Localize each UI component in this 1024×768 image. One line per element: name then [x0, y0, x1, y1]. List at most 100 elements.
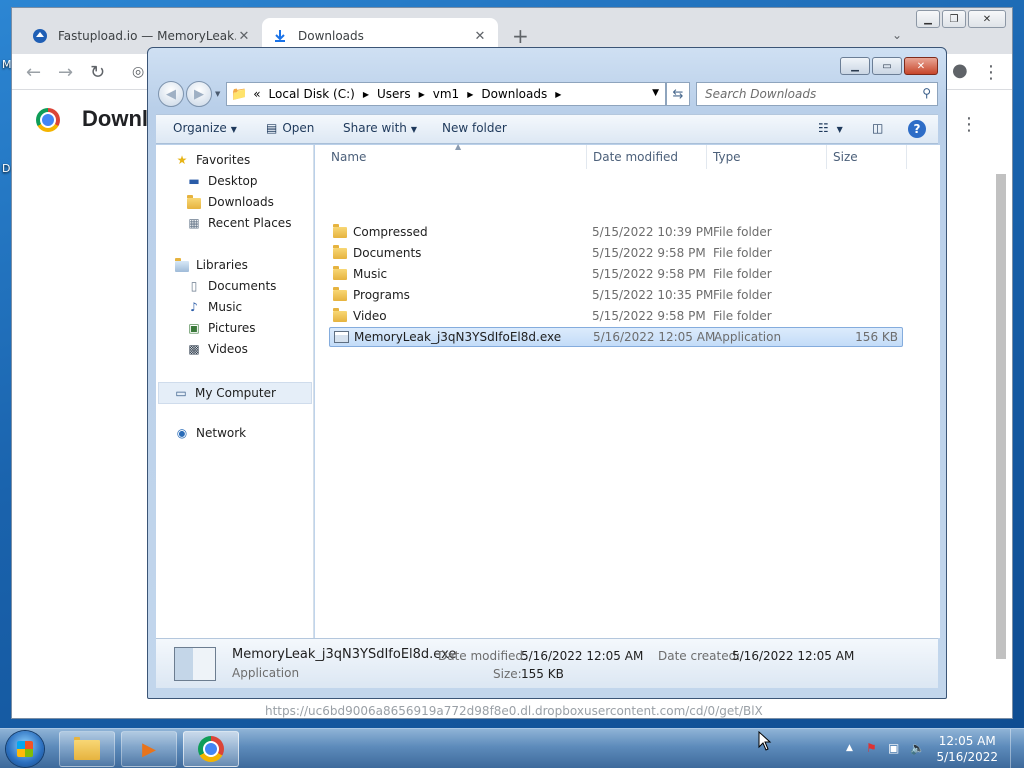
file-row-video[interactable]: Video 5/15/2022 9:58 PM File folder [329, 306, 903, 326]
search-icon[interactable]: ⚲ [922, 86, 931, 100]
nav-network[interactable]: ◉ Network [174, 426, 246, 440]
nav-label: Desktop [208, 174, 258, 188]
back-arrow-icon[interactable]: ← [26, 62, 41, 83]
chevron-down-icon: ▼ [410, 125, 418, 134]
network-status-icon[interactable]: ▣ [888, 741, 899, 755]
preview-pane-icon[interactable]: ◫ [872, 121, 883, 135]
file-row-music[interactable]: Music 5/15/2022 9:58 PM File folder [329, 264, 903, 284]
taskbar-media-player-button[interactable]: ▶ [121, 731, 177, 767]
file-row-documents[interactable]: Documents 5/15/2022 9:58 PM File folder [329, 243, 903, 263]
volume-icon[interactable]: 🔈 [910, 741, 925, 755]
close-window-button[interactable]: ✕ [904, 57, 938, 75]
refresh-button[interactable]: ⇆ [666, 82, 690, 106]
taskbar-explorer-button[interactable] [59, 731, 115, 767]
breadcrumb-vm1[interactable]: vm1 [433, 87, 459, 101]
download-url[interactable]: https://uc6bd9006a8656919a772d98f8e0.dl.… [265, 704, 763, 718]
scrollbar-thumb[interactable] [996, 174, 1006, 659]
file-date: 5/15/2022 10:39 PM [592, 225, 714, 239]
application-thumbnail-icon [174, 647, 216, 681]
download-arrow-icon [272, 28, 288, 44]
forward-arrow-icon[interactable]: ▶ [186, 81, 212, 107]
menu-kebab-icon[interactable]: ⋮ [982, 62, 1000, 83]
nav-videos[interactable]: ▩ Videos [186, 342, 248, 356]
view-options-icon[interactable]: ☷ ▼ [818, 121, 843, 135]
breadcrumb-separator-icon[interactable]: ▶ [419, 90, 425, 99]
minimize-button[interactable]: ▁ [916, 10, 940, 28]
search-input[interactable]: Search Downloads ⚲ [696, 82, 938, 106]
close-window-button[interactable]: ✕ [968, 10, 1006, 28]
mouse-cursor-icon [758, 731, 772, 751]
column-header-type[interactable]: Type [707, 145, 827, 169]
computer-icon: ▭ [175, 386, 187, 400]
start-button[interactable] [6, 731, 44, 767]
maximize-button[interactable]: ▭ [872, 57, 902, 75]
breadcrumb-users[interactable]: Users [377, 87, 411, 101]
file-name: MemoryLeak_j3qN3YSdIfoEl8d.exe [354, 330, 562, 344]
file-type: File folder [713, 246, 772, 260]
nav-downloads[interactable]: Downloads [186, 194, 274, 209]
taskbar-chrome-button[interactable] [183, 731, 239, 767]
new-tab-button[interactable]: + [512, 24, 529, 48]
nav-favorites[interactable]: ★ Favorites [174, 153, 251, 167]
close-icon[interactable]: ✕ [236, 29, 252, 44]
breadcrumb-local-disk[interactable]: Local Disk (C:) [269, 87, 355, 101]
nav-libraries[interactable]: Libraries [174, 257, 248, 272]
forward-arrow-icon[interactable]: → [58, 62, 73, 83]
open-icon: ▤ [266, 121, 278, 135]
nav-music[interactable]: ♪ Music [186, 300, 242, 314]
nav-pictures[interactable]: ▣ Pictures [186, 321, 255, 335]
breadcrumb-separator-icon[interactable]: ▶ [555, 90, 561, 99]
share-with-button[interactable]: Share with ▼ [343, 121, 417, 135]
page-scrollbar[interactable] [994, 158, 1006, 714]
recent-pages-chevron-icon[interactable]: ▼ [215, 90, 220, 98]
clock[interactable]: 12:05 AM 5/16/2022 [936, 733, 998, 765]
nav-my-computer[interactable]: ▭ My Computer [158, 382, 312, 404]
breadcrumb-overflow[interactable]: « [253, 87, 260, 101]
page-menu-kebab-icon[interactable]: ⋮ [960, 114, 978, 135]
breadcrumb-downloads[interactable]: Downloads [481, 87, 547, 101]
column-header-size[interactable]: Size [827, 145, 907, 169]
file-name: Documents [353, 246, 422, 260]
file-row-compressed[interactable]: Compressed 5/15/2022 10:39 PM File folde… [329, 222, 903, 242]
new-folder-button[interactable]: New folder [442, 121, 507, 135]
address-dropdown-icon[interactable]: ▼ [652, 88, 659, 98]
restore-button[interactable]: ❐ [942, 10, 966, 28]
file-row-memoryleak-exe[interactable]: MemoryLeak_j3qN3YSdIfoEl8d.exe 5/16/2022… [329, 327, 903, 347]
nav-label: Videos [208, 342, 248, 356]
tray-expand-icon[interactable]: ▲ [846, 743, 853, 753]
nav-label: Downloads [208, 195, 274, 209]
file-name: Music [353, 267, 388, 281]
chrome-logo-icon [36, 108, 60, 132]
sort-ascending-icon: ▲ [455, 142, 462, 151]
nav-desktop[interactable]: ▬ Desktop [186, 174, 258, 188]
date-created-value: 5/16/2022 12:05 AM [732, 649, 855, 663]
organize-button[interactable]: Organize ▼ [173, 121, 237, 135]
minimize-button[interactable]: ▁ [840, 57, 870, 75]
file-type: Application [714, 330, 782, 344]
column-header-name[interactable]: Name ▲ [325, 142, 587, 169]
tab-search-chevron-icon[interactable]: ⌄ [892, 28, 902, 42]
close-icon[interactable]: ✕ [472, 29, 488, 44]
nav-recent-places[interactable]: ▦ Recent Places [186, 216, 291, 230]
column-header-date[interactable]: Date modified [587, 145, 707, 169]
navigation-pane: ★ Favorites ▬ Desktop Downloads ▦ Recent Pl… [156, 145, 314, 638]
help-icon[interactable]: ? [908, 120, 926, 138]
tab-title: Fastupload.io — MemoryLeak.exe [58, 29, 236, 43]
action-center-flag-icon[interactable]: ⚑ [866, 741, 877, 755]
nav-documents[interactable]: ▯ Documents [186, 279, 277, 293]
file-name: Compressed [353, 225, 428, 239]
profile-avatar-icon[interactable]: ● [952, 60, 968, 81]
open-button[interactable]: ▤ Open [266, 121, 314, 135]
breadcrumb-separator-icon[interactable]: ▶ [467, 90, 473, 99]
address-bar[interactable]: 📁 « Local Disk (C:) ▶ Users ▶ vm1 ▶ Down… [226, 82, 666, 106]
breadcrumb-separator-icon[interactable]: ▶ [363, 90, 369, 99]
back-arrow-icon[interactable]: ◀ [158, 81, 184, 107]
folder-icon: 📁 [231, 86, 248, 102]
file-row-programs[interactable]: Programs 5/15/2022 10:35 PM File folder [329, 285, 903, 305]
clock-time: 12:05 AM [938, 734, 996, 748]
reload-icon[interactable]: ↻ [90, 62, 105, 83]
recent-places-icon: ▦ [188, 216, 200, 230]
file-name: Video [353, 309, 387, 323]
show-desktop-button[interactable] [1010, 729, 1024, 768]
network-icon: ◉ [176, 426, 188, 440]
